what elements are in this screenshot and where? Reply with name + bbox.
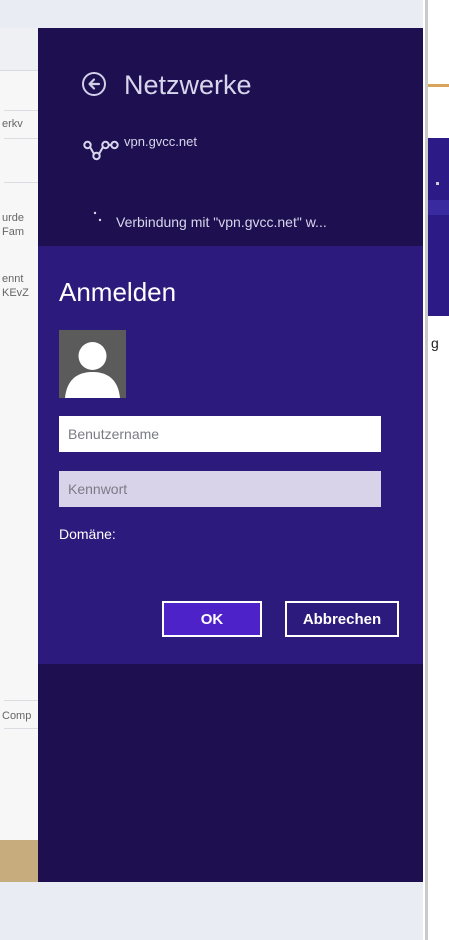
background-divider	[4, 138, 38, 139]
panel-title: Netzwerke	[124, 70, 252, 100]
background-tile-dot	[436, 182, 439, 185]
background-accent-line	[428, 84, 449, 87]
background-divider	[4, 110, 38, 111]
back-button[interactable]	[82, 72, 106, 96]
background-text-4: ennt	[2, 273, 24, 285]
background-tile	[428, 138, 449, 316]
loading-spinner-icon	[93, 211, 102, 222]
background-divider	[4, 728, 38, 729]
background-text-2: urde	[2, 212, 25, 224]
password-input[interactable]	[59, 471, 381, 507]
background-right-text: g	[431, 335, 439, 351]
cancel-button[interactable]: Abbrechen	[285, 601, 399, 637]
domain-label: Domäne:	[59, 526, 116, 542]
back-arrow-icon	[88, 78, 101, 90]
username-input[interactable]	[59, 416, 381, 452]
dialog-title: Anmelden	[59, 277, 177, 307]
networks-panel-footer	[38, 664, 423, 882]
background-text-6: Comp	[2, 710, 32, 722]
background-taskbar-strip	[0, 840, 38, 882]
background-text-5: KEvZ	[2, 287, 29, 299]
background-bottom-area	[0, 882, 423, 940]
connection-status-text: Verbindung mit "vpn.gvcc.net" w...	[116, 214, 327, 230]
background-divider	[4, 700, 38, 701]
ok-button[interactable]: OK	[162, 601, 262, 637]
user-avatar-icon	[59, 330, 126, 398]
background-text-1: erkv	[2, 118, 23, 130]
network-name: vpn.gvcc.net	[124, 134, 197, 149]
background-divider	[4, 182, 38, 183]
background-window-toolbar	[0, 28, 38, 71]
background-tile-band	[428, 200, 449, 215]
vpn-network-icon	[83, 140, 119, 161]
background-window	[0, 28, 38, 880]
background-text-3: Fam	[2, 226, 24, 238]
